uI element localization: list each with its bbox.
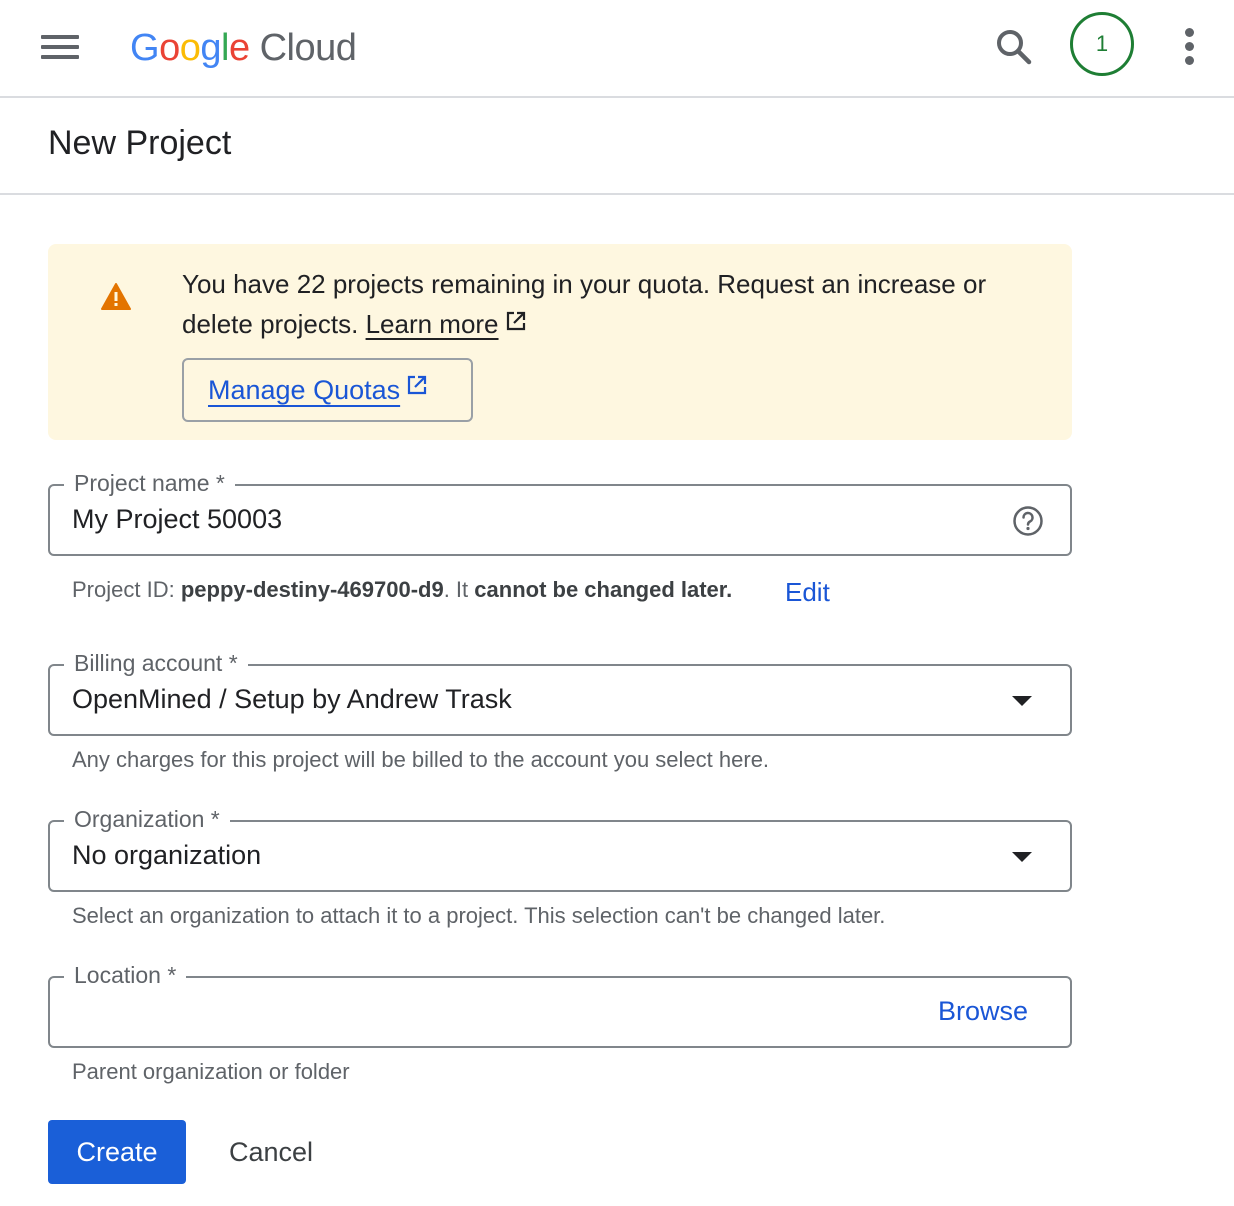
- open-in-new-icon: [406, 374, 428, 401]
- page-header: New Project: [0, 98, 1234, 195]
- page-title: New Project: [48, 124, 232, 162]
- project-name-input[interactable]: [72, 502, 972, 536]
- organization-value: No organization: [72, 840, 262, 870]
- banner-message: You have 22 projects remaining in your q…: [182, 264, 1042, 346]
- manage-quotas-button[interactable]: Manage Quotas: [182, 358, 473, 422]
- search-icon[interactable]: [988, 22, 1040, 74]
- project-id-value: peppy-destiny-469700-d9: [180, 577, 444, 602]
- logo-letter: l: [220, 26, 229, 69]
- billing-account-select[interactable]: Billing account * OpenMined / Setup by A…: [48, 648, 1072, 736]
- project-id-hint: Project ID: peppy-destiny-469700-d9. It …: [72, 575, 732, 605]
- project-name-label: Project name *: [64, 468, 235, 498]
- billing-account-value: OpenMined / Setup by Andrew Trask: [72, 684, 512, 714]
- organization-label: Organization *: [64, 804, 230, 834]
- location-hint: Parent organization or folder: [72, 1059, 350, 1084]
- billing-account-label: Billing account *: [64, 648, 248, 678]
- logo-letter: g: [200, 26, 221, 69]
- learn-more-link[interactable]: Learn more: [366, 309, 499, 339]
- logo-letter: o: [159, 26, 180, 69]
- cancel-button[interactable]: Cancel: [206, 1120, 336, 1184]
- quota-warning-banner: You have 22 projects remaining in your q…: [48, 244, 1072, 440]
- open-in-new-icon: [505, 303, 527, 343]
- top-app-bar: Google Cloud 1: [0, 0, 1234, 98]
- account-avatar[interactable]: 1: [1070, 12, 1134, 76]
- dropdown-arrow-icon: [1012, 852, 1032, 862]
- google-wordmark: Google: [130, 27, 250, 70]
- location-label: Location *: [64, 960, 187, 990]
- more-vert-icon[interactable]: [1168, 20, 1212, 72]
- dropdown-arrow-icon: [1012, 696, 1032, 706]
- browse-button[interactable]: Browse: [938, 994, 1028, 1028]
- billing-hint: Any charges for this project will be bil…: [72, 747, 770, 772]
- project-name-field[interactable]: Project name *: [48, 468, 1072, 556]
- create-button[interactable]: Create: [48, 1120, 186, 1184]
- hamburger-menu-icon[interactable]: [30, 23, 90, 71]
- project-id-separator: . It: [443, 577, 469, 602]
- help-icon[interactable]: [1012, 505, 1044, 537]
- organization-select[interactable]: Organization * No organization: [48, 804, 1072, 892]
- organization-hint: Select an organization to attach it to a…: [72, 903, 886, 928]
- quota-text: You have 22 projects remaining in your q…: [182, 269, 987, 339]
- edit-project-id-link[interactable]: Edit: [785, 576, 830, 608]
- google-cloud-logo[interactable]: Google Cloud: [130, 22, 357, 74]
- project-id-prefix: Project ID:: [72, 577, 175, 602]
- warning-icon: [100, 282, 132, 312]
- manage-quotas-label: Manage Quotas: [208, 374, 401, 405]
- logo-letter: o: [179, 26, 201, 69]
- location-field[interactable]: Location * Browse: [48, 960, 1072, 1048]
- project-id-note: cannot be changed later.: [474, 577, 733, 602]
- logo-letter: e: [228, 26, 250, 69]
- logo-letter: G: [130, 26, 160, 69]
- cloud-wordmark: Cloud: [259, 26, 357, 69]
